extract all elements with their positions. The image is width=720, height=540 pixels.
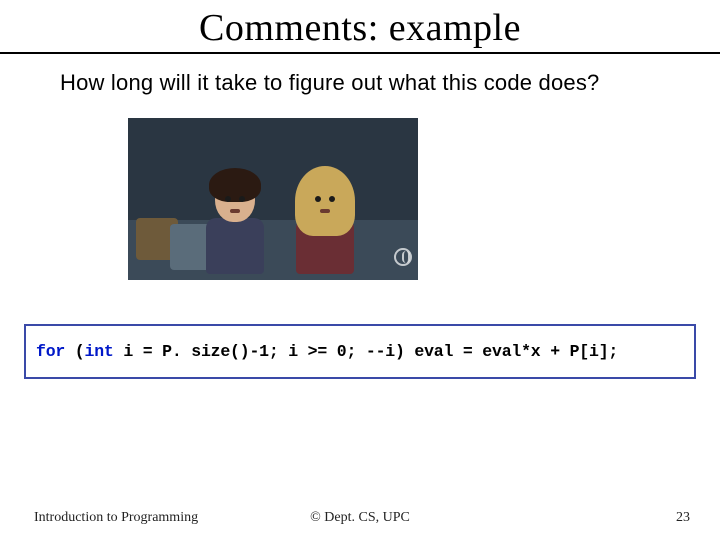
slide-subtitle: How long will it take to figure out what… xyxy=(60,70,720,96)
network-watermark-icon xyxy=(394,248,412,266)
footer-center: © Dept. CS, UPC xyxy=(0,510,720,526)
code-snippet-box: for (int i = P. size()-1; i >= 0; --i) e… xyxy=(24,324,696,379)
slide-footer: Introduction to Programming © Dept. CS, … xyxy=(0,510,720,526)
keyword-int: int xyxy=(85,342,114,361)
slide-title: Comments: example xyxy=(0,0,720,50)
illustration-image xyxy=(128,118,418,280)
code-text: ( xyxy=(65,342,84,361)
code-text: i = P. size()-1; i >= 0; --i) eval = eva… xyxy=(114,342,618,361)
title-underline xyxy=(0,52,720,54)
keyword-for: for xyxy=(36,342,65,361)
